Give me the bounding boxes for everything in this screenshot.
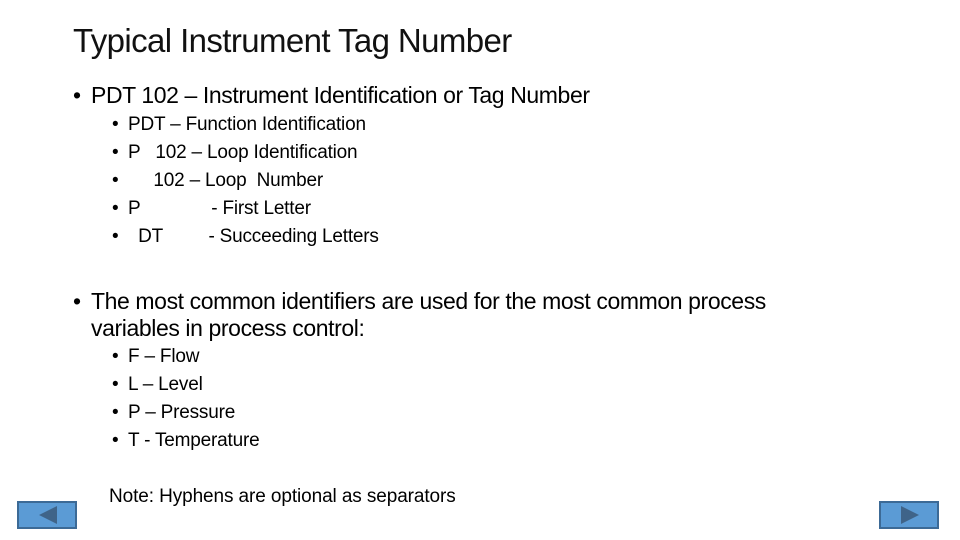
bullet-text-line1: The most common identifiers are used for…: [91, 288, 766, 314]
note-text: Note: Hyphens are optional as separators: [109, 486, 456, 507]
bullet-text: P - First Letter: [128, 198, 311, 219]
bullet-text: PDT – Function Identification: [128, 114, 366, 135]
bullet-text: L – Level: [128, 374, 203, 395]
bullet-icon: •: [112, 198, 119, 219]
bullet-text-line2: variables in process control:: [91, 315, 365, 341]
bullet-icon: •: [112, 142, 119, 163]
triangle-left-icon: [39, 506, 57, 524]
bullet-icon: •: [112, 346, 119, 367]
slide-title: Typical Instrument Tag Number: [73, 22, 512, 59]
bullet-text: DT - Succeeding Letters: [128, 226, 379, 247]
bullet-icon: •: [112, 402, 119, 423]
bullet-icon: •: [112, 430, 119, 451]
bullet-text: P 102 – Loop Identification: [128, 142, 358, 163]
bullet-text: F – Flow: [128, 346, 200, 367]
triangle-right-icon: [901, 506, 919, 524]
bullet-icon: •: [112, 226, 119, 247]
bullet-text: PDT 102 – Instrument Identification or T…: [91, 82, 590, 108]
bullet-icon: •: [112, 114, 119, 135]
bullet-text: T - Temperature: [128, 430, 260, 451]
bullet-icon: •: [73, 288, 81, 314]
previous-slide-button[interactable]: [17, 501, 77, 529]
bullet-icon: •: [112, 374, 119, 395]
next-slide-button[interactable]: [879, 501, 939, 529]
bullet-icon: •: [112, 170, 119, 191]
bullet-icon: •: [73, 82, 81, 108]
bullet-text: P – Pressure: [128, 402, 236, 423]
bullet-text: 102 – Loop Number: [128, 170, 324, 191]
